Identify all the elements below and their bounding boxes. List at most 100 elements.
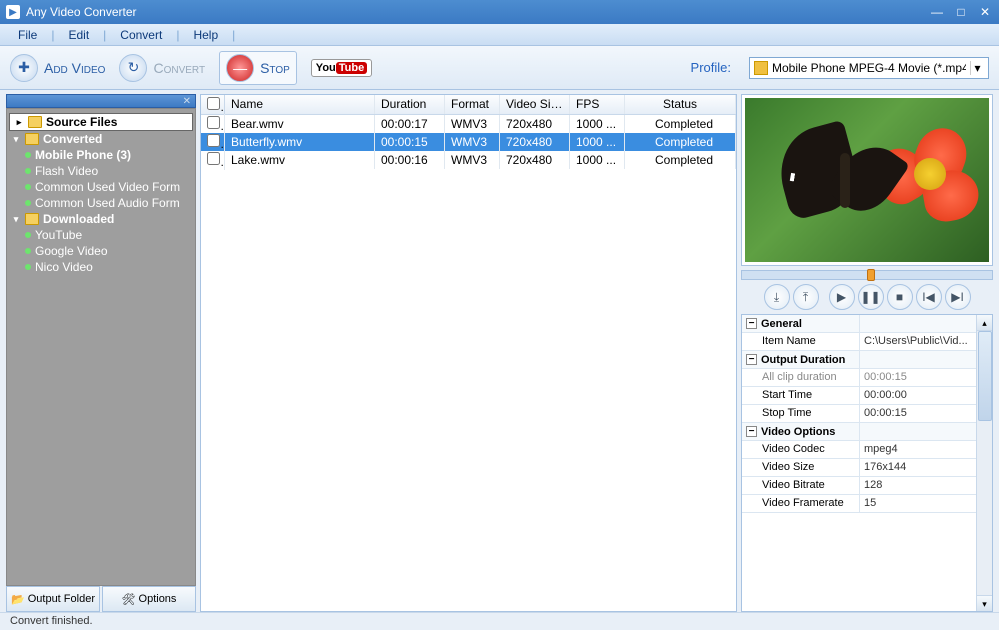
stop-playback-button[interactable]: ■: [887, 284, 913, 310]
scroll-down-icon[interactable]: ▾: [977, 595, 992, 611]
seek-slider[interactable]: [741, 270, 993, 280]
app-icon: ▶: [6, 5, 20, 19]
preview-pane: [741, 94, 993, 266]
titlebar: ▶ Any Video Converter — □ ✕: [0, 0, 999, 24]
mark-out-button[interactable]: ⤒: [793, 284, 819, 310]
add-video-icon: ✚: [10, 54, 38, 82]
tree-item-nico-video[interactable]: Nico Video: [7, 259, 195, 275]
tree-item-youtube[interactable]: YouTube: [7, 227, 195, 243]
tree-item-mobile-phone[interactable]: Mobile Phone (3): [7, 147, 195, 163]
bullet-icon: [25, 248, 31, 254]
bullet-icon: [25, 152, 31, 158]
expand-icon[interactable]: ▸: [14, 117, 24, 128]
menu-help[interactable]: Help: [185, 28, 226, 42]
output-folder-button[interactable]: 📂Output Folder: [6, 586, 100, 612]
sidebar-collapse-button[interactable]: ✕: [6, 94, 196, 108]
bullet-icon: [25, 184, 31, 190]
next-button[interactable]: ▶I: [945, 284, 971, 310]
player-controls: ⤓ ⤒ ▶ ❚❚ ■ I◀ ▶I: [741, 282, 993, 312]
props-all-clip-duration: All clip duration00:00:15: [742, 369, 976, 387]
tree-item-google-video[interactable]: Google Video: [7, 243, 195, 259]
pause-button[interactable]: ❚❚: [858, 284, 884, 310]
add-video-label: Add Video: [44, 60, 105, 76]
tree-source-files[interactable]: ▸Source Files: [9, 113, 193, 131]
convert-button[interactable]: ↻ Convert: [119, 54, 205, 82]
profile-icon: [754, 61, 768, 75]
bullet-icon: [25, 264, 31, 270]
profile-select[interactable]: Mobile Phone MPEG-4 Movie (*.mp4) ▾: [749, 57, 989, 79]
slider-thumb[interactable]: [867, 269, 875, 281]
right-panel: ⤓ ⤒ ▶ ❚❚ ■ I◀ ▶I −General Item NameC:\Us…: [741, 94, 993, 612]
minimize-button[interactable]: —: [929, 5, 945, 19]
col-fps[interactable]: FPS: [570, 95, 625, 114]
props-start-time[interactable]: Start Time00:00:00: [742, 387, 976, 405]
folder-icon: [28, 116, 42, 128]
add-video-button[interactable]: ✚ Add Video: [10, 54, 105, 82]
chevron-down-icon[interactable]: ▾: [970, 61, 984, 75]
table-row[interactable]: Butterfly.wmv 00:00:15 WMV3 720x480 1000…: [201, 133, 736, 151]
options-button[interactable]: 🛠Options: [102, 586, 196, 612]
sidebar: ✕ ▸Source Files ▾Converted Mobile Phone …: [6, 94, 196, 612]
window-title: Any Video Converter: [26, 5, 929, 19]
table-row[interactable]: Lake.wmv 00:00:16 WMV3 720x480 1000 ... …: [201, 151, 736, 169]
menu-convert[interactable]: Convert: [112, 28, 170, 42]
file-list: Name Duration Format Video Size FPS Stat…: [200, 94, 737, 612]
col-duration[interactable]: Duration: [375, 95, 445, 114]
status-bar: Convert finished.: [0, 612, 999, 630]
collapse-icon[interactable]: −: [746, 354, 757, 365]
profile-value: Mobile Phone MPEG-4 Movie (*.mp4): [772, 61, 966, 75]
table-row[interactable]: Bear.wmv 00:00:17 WMV3 720x480 1000 ... …: [201, 115, 736, 133]
tools-icon: 🛠: [122, 593, 136, 606]
collapse-icon[interactable]: −: [746, 318, 757, 329]
props-stop-time[interactable]: Stop Time00:00:15: [742, 405, 976, 423]
menubar: File| Edit| Convert| Help|: [0, 24, 999, 46]
folder-tree: ▸Source Files ▾Converted Mobile Phone (3…: [6, 108, 196, 586]
scroll-up-icon[interactable]: ▴: [977, 315, 992, 331]
col-video-size[interactable]: Video Size: [500, 95, 570, 114]
col-format[interactable]: Format: [445, 95, 500, 114]
maximize-button[interactable]: □: [953, 5, 969, 19]
props-item-name[interactable]: Item NameC:\Users\Public\Vid...: [742, 333, 976, 351]
select-all-checkbox[interactable]: [207, 97, 220, 110]
bullet-icon: [25, 232, 31, 238]
collapse-icon[interactable]: −: [746, 426, 757, 437]
tree-item-common-audio[interactable]: Common Used Audio Form: [7, 195, 195, 211]
props-video-framerate[interactable]: Video Framerate15: [742, 495, 976, 513]
convert-label: Convert: [153, 60, 205, 76]
props-video-size[interactable]: Video Size176x144: [742, 459, 976, 477]
tree-downloaded[interactable]: ▾Downloaded: [7, 211, 195, 227]
row-checkbox[interactable]: [207, 116, 220, 129]
props-section-general[interactable]: −General: [742, 315, 976, 333]
stop-button[interactable]: — Stop: [219, 51, 297, 85]
row-checkbox[interactable]: [207, 152, 220, 165]
folder-icon: [25, 133, 39, 145]
stop-label: Stop: [260, 60, 290, 76]
tree-item-flash-video[interactable]: Flash Video: [7, 163, 195, 179]
close-button[interactable]: ✕: [977, 5, 993, 19]
props-video-codec[interactable]: Video Codecmpeg4: [742, 441, 976, 459]
play-button[interactable]: ▶: [829, 284, 855, 310]
folder-open-icon: 📂: [11, 593, 25, 606]
col-status[interactable]: Status: [625, 95, 736, 114]
prev-button[interactable]: I◀: [916, 284, 942, 310]
bullet-icon: [25, 168, 31, 174]
profile-label: Profile:: [691, 60, 731, 75]
menu-edit[interactable]: Edit: [60, 28, 97, 42]
menu-file[interactable]: File: [10, 28, 45, 42]
props-section-video-options[interactable]: −Video Options: [742, 423, 976, 441]
props-video-bitrate[interactable]: Video Bitrate128: [742, 477, 976, 495]
row-checkbox[interactable]: [207, 134, 220, 147]
collapse-icon[interactable]: ▾: [11, 134, 21, 145]
file-list-header: Name Duration Format Video Size FPS Stat…: [201, 95, 736, 115]
bullet-icon: [25, 200, 31, 206]
stop-icon: —: [226, 54, 254, 82]
col-name[interactable]: Name: [225, 95, 375, 114]
props-section-output-duration[interactable]: −Output Duration: [742, 351, 976, 369]
properties-scrollbar[interactable]: ▴ ▾: [976, 315, 992, 611]
collapse-icon[interactable]: ▾: [11, 214, 21, 225]
tree-converted[interactable]: ▾Converted: [7, 131, 195, 147]
scrollbar-thumb[interactable]: [978, 331, 992, 421]
youtube-button[interactable]: YouTube: [311, 59, 372, 77]
mark-in-button[interactable]: ⤓: [764, 284, 790, 310]
tree-item-common-video[interactable]: Common Used Video Form: [7, 179, 195, 195]
